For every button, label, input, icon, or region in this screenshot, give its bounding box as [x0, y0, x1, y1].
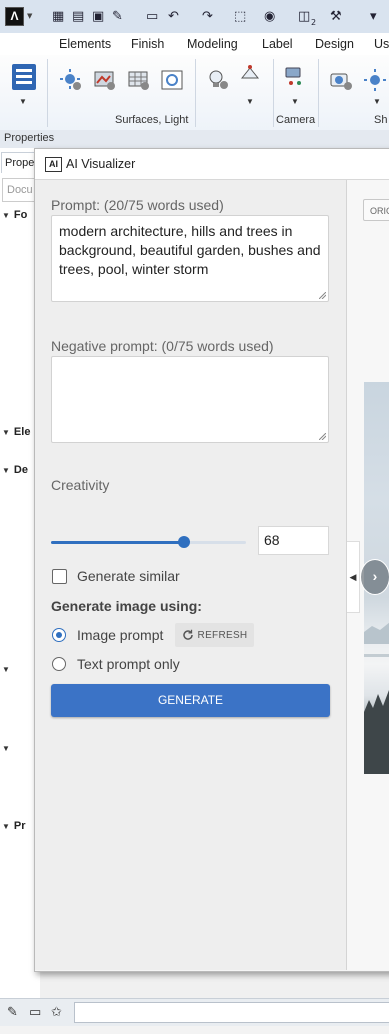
- app-menu-chevron-icon[interactable]: ▼: [26, 7, 32, 25]
- ai-visualizer-dialog: AI AI Visualizer Prompt: (20/75 words us…: [34, 148, 389, 972]
- chevron-right-icon: ›: [372, 568, 378, 584]
- sun-light-icon[interactable]: [58, 67, 84, 93]
- prompt-textarea[interactable]: modern architecture, hills and trees in …: [51, 215, 329, 302]
- command-bar: ✎ ▭ ✩: [0, 998, 389, 1027]
- dialog-title: AI Visualizer: [66, 157, 136, 171]
- undo-icon[interactable]: ↶: [168, 7, 179, 25]
- catalog-icon[interactable]: ▦: [52, 7, 64, 25]
- material-editor-icon[interactable]: [92, 67, 118, 93]
- creativity-slider-thumb[interactable]: [177, 536, 190, 548]
- command-input[interactable]: [74, 1002, 389, 1023]
- spotlight-icon[interactable]: [237, 61, 263, 87]
- settings-pane: Prompt: (20/75 words used) modern archit…: [35, 180, 347, 970]
- properties-header: Properties: [0, 130, 389, 149]
- dialog-titlebar[interactable]: AI AI Visualizer: [35, 149, 389, 180]
- tab-elements[interactable]: Elements: [59, 37, 111, 51]
- collapse-panel-button[interactable]: ◀: [347, 541, 360, 613]
- prompt-text: modern architecture, hills and trees in …: [59, 223, 321, 277]
- property-group-de[interactable]: ▼ De: [2, 464, 28, 476]
- render-view-icon[interactable]: [159, 67, 185, 93]
- more-icon[interactable]: ▾: [370, 7, 377, 25]
- floor-icon[interactable]: ◫: [298, 7, 310, 25]
- sun-dropdown-chevron-icon[interactable]: ▼: [373, 97, 381, 106]
- group-label-sh: Sh: [374, 114, 388, 126]
- generate-button[interactable]: GENERATE: [51, 684, 330, 717]
- property-group-collapsed[interactable]: ▼: [2, 663, 14, 675]
- negative-prompt-textarea[interactable]: [51, 356, 329, 443]
- refresh-label: REFRESH: [197, 629, 248, 641]
- open-folder-icon[interactable]: ▭: [29, 1005, 45, 1021]
- camera-path-icon[interactable]: [282, 63, 308, 89]
- group-label-surfaces: Surfaces, Light: [115, 114, 189, 126]
- negative-prompt-label: Negative prompt: (0/75 words used): [51, 338, 274, 354]
- light-dropdown-chevron-icon[interactable]: ▼: [246, 97, 254, 106]
- tab-design[interactable]: Design: [315, 37, 354, 51]
- ribbon-panel: ▼ ▼ ▼ ▼ Surfaces, Light Camera Sh: [0, 55, 389, 131]
- tab-label[interactable]: Label: [262, 37, 293, 51]
- quick-access-toolbar: Λ ▼ ▦ ▤ ▣ ✎ ▭ ↶ ↷ ⬚ ◉ ◫ ⚒ ▾ 2: [0, 0, 389, 34]
- image-prompt-label[interactable]: Image prompt: [77, 627, 163, 643]
- prompt-label: Prompt: (20/75 words used): [51, 197, 224, 213]
- ribbon-separator: [273, 59, 274, 127]
- creativity-value-input[interactable]: 68: [258, 526, 329, 555]
- ribbon-separator: [318, 59, 319, 127]
- property-group-collapsed[interactable]: ▼: [2, 742, 14, 754]
- ribbon-tab-bar: Elements Finish Modeling Label Design Us: [0, 33, 389, 55]
- refresh-icon: [182, 629, 193, 640]
- next-image-button[interactable]: ›: [360, 559, 389, 595]
- sun-settings-icon[interactable]: [362, 67, 388, 93]
- refresh-button[interactable]: REFRESH: [175, 623, 254, 647]
- favorite-icon[interactable]: ✩: [51, 1005, 67, 1021]
- generate-using-label: Generate image using:: [51, 598, 202, 614]
- ai-badge-icon: AI: [45, 157, 62, 172]
- pick-icon[interactable]: ▭: [146, 7, 158, 25]
- save-icon[interactable]: ▣: [92, 7, 104, 25]
- status-bar: [0, 1026, 389, 1034]
- app-logo-icon[interactable]: Λ: [5, 7, 24, 26]
- catalog-dropdown-chevron-icon[interactable]: ▼: [19, 97, 27, 106]
- tools-icon[interactable]: ⚒: [330, 7, 342, 25]
- tab-user[interactable]: Us: [374, 37, 389, 51]
- properties-title: Properties: [4, 132, 55, 144]
- generate-similar-checkbox[interactable]: [52, 569, 67, 584]
- resize-grip-icon[interactable]: [319, 292, 326, 299]
- grid-icon[interactable]: ▤: [72, 7, 84, 25]
- property-group-pr[interactable]: ▼ Pr: [2, 820, 26, 832]
- tab-finish[interactable]: Finish: [131, 37, 164, 51]
- catalog-large-icon[interactable]: [7, 60, 41, 94]
- ribbon-separator: [47, 59, 48, 127]
- group-label-camera: Camera: [276, 114, 316, 126]
- resize-grip-icon[interactable]: [319, 433, 326, 440]
- redo-icon[interactable]: ↷: [202, 7, 213, 25]
- light-bulb-icon[interactable]: [205, 67, 231, 93]
- pen-icon[interactable]: ✎: [7, 1005, 23, 1021]
- chevron-left-icon: ◀: [349, 571, 357, 582]
- text-prompt-label[interactable]: Text prompt only: [77, 656, 180, 672]
- camera-icon[interactable]: [328, 67, 354, 93]
- property-group-fo[interactable]: ▼ Fo: [2, 209, 27, 221]
- floor-number-badge: 2: [311, 17, 317, 27]
- property-group-ele[interactable]: ▼ Ele: [2, 426, 30, 438]
- camera-dropdown-chevron-icon[interactable]: ▼: [291, 97, 299, 106]
- creativity-label: Creativity: [51, 477, 110, 493]
- view-icon[interactable]: ◉: [264, 7, 275, 25]
- creativity-slider[interactable]: [51, 536, 246, 548]
- ribbon-separator: [195, 59, 196, 127]
- selection-icon[interactable]: ⬚: [234, 7, 246, 25]
- tab-modeling[interactable]: Modeling: [187, 37, 238, 51]
- generate-similar-label[interactable]: Generate similar: [77, 568, 180, 584]
- edit-icon[interactable]: ✎: [112, 7, 123, 25]
- text-prompt-radio[interactable]: [52, 657, 66, 671]
- original-tab[interactable]: ORIG: [363, 199, 389, 221]
- creativity-slider-fill: [51, 541, 184, 544]
- image-prompt-radio[interactable]: [52, 628, 66, 642]
- texture-settings-icon[interactable]: [126, 67, 152, 93]
